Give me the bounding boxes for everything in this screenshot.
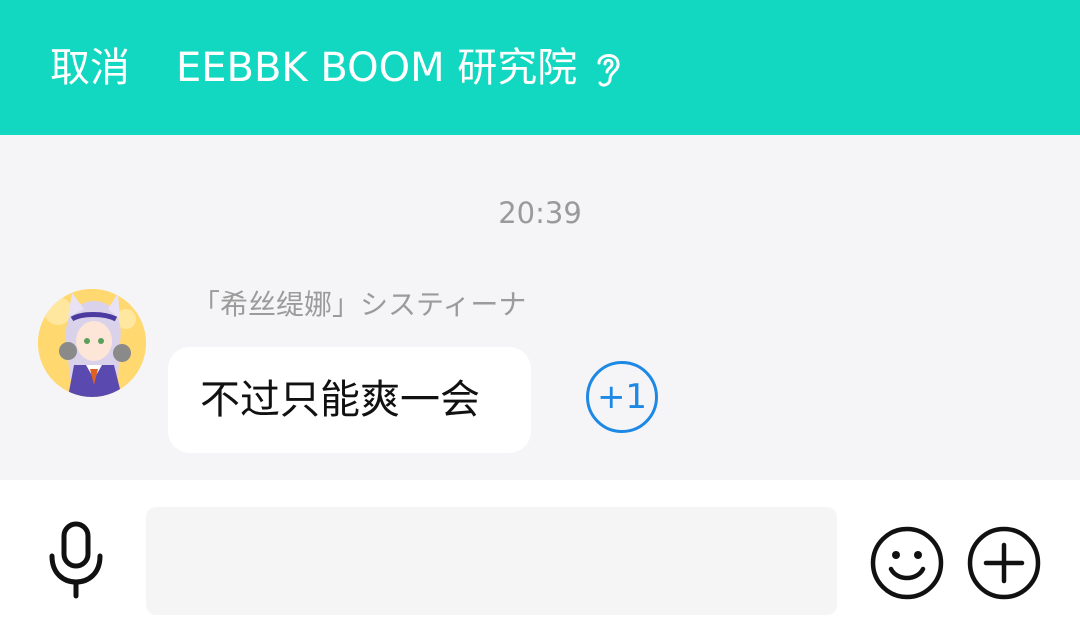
ear-icon[interactable] [590, 48, 626, 90]
plus-one-button[interactable]: +1 [586, 361, 658, 433]
message-timestamp: 20:39 [498, 196, 582, 230]
anime-character-avatar-image [38, 289, 146, 397]
message-bubble[interactable]: 不过只能爽一会 [168, 347, 531, 453]
chat-header: 取消 EEBBK BOOM 研究院 [0, 0, 1080, 135]
chat-title: EEBBK BOOM 研究院 [176, 45, 578, 91]
avatar[interactable] [38, 289, 146, 397]
plus-circle-icon[interactable] [966, 525, 1042, 601]
cancel-button[interactable]: 取消 [50, 40, 130, 96]
chat-area: 20:39 「希丝缇娜」システィーナ 不过只能爽一会 +1 [0, 135, 1080, 480]
smiley-icon[interactable] [869, 525, 945, 601]
microphone-icon[interactable] [46, 520, 106, 600]
message-input[interactable] [146, 507, 837, 615]
sender-name: 「希丝缇娜」システィーナ [192, 288, 527, 321]
input-bar [0, 480, 1080, 642]
